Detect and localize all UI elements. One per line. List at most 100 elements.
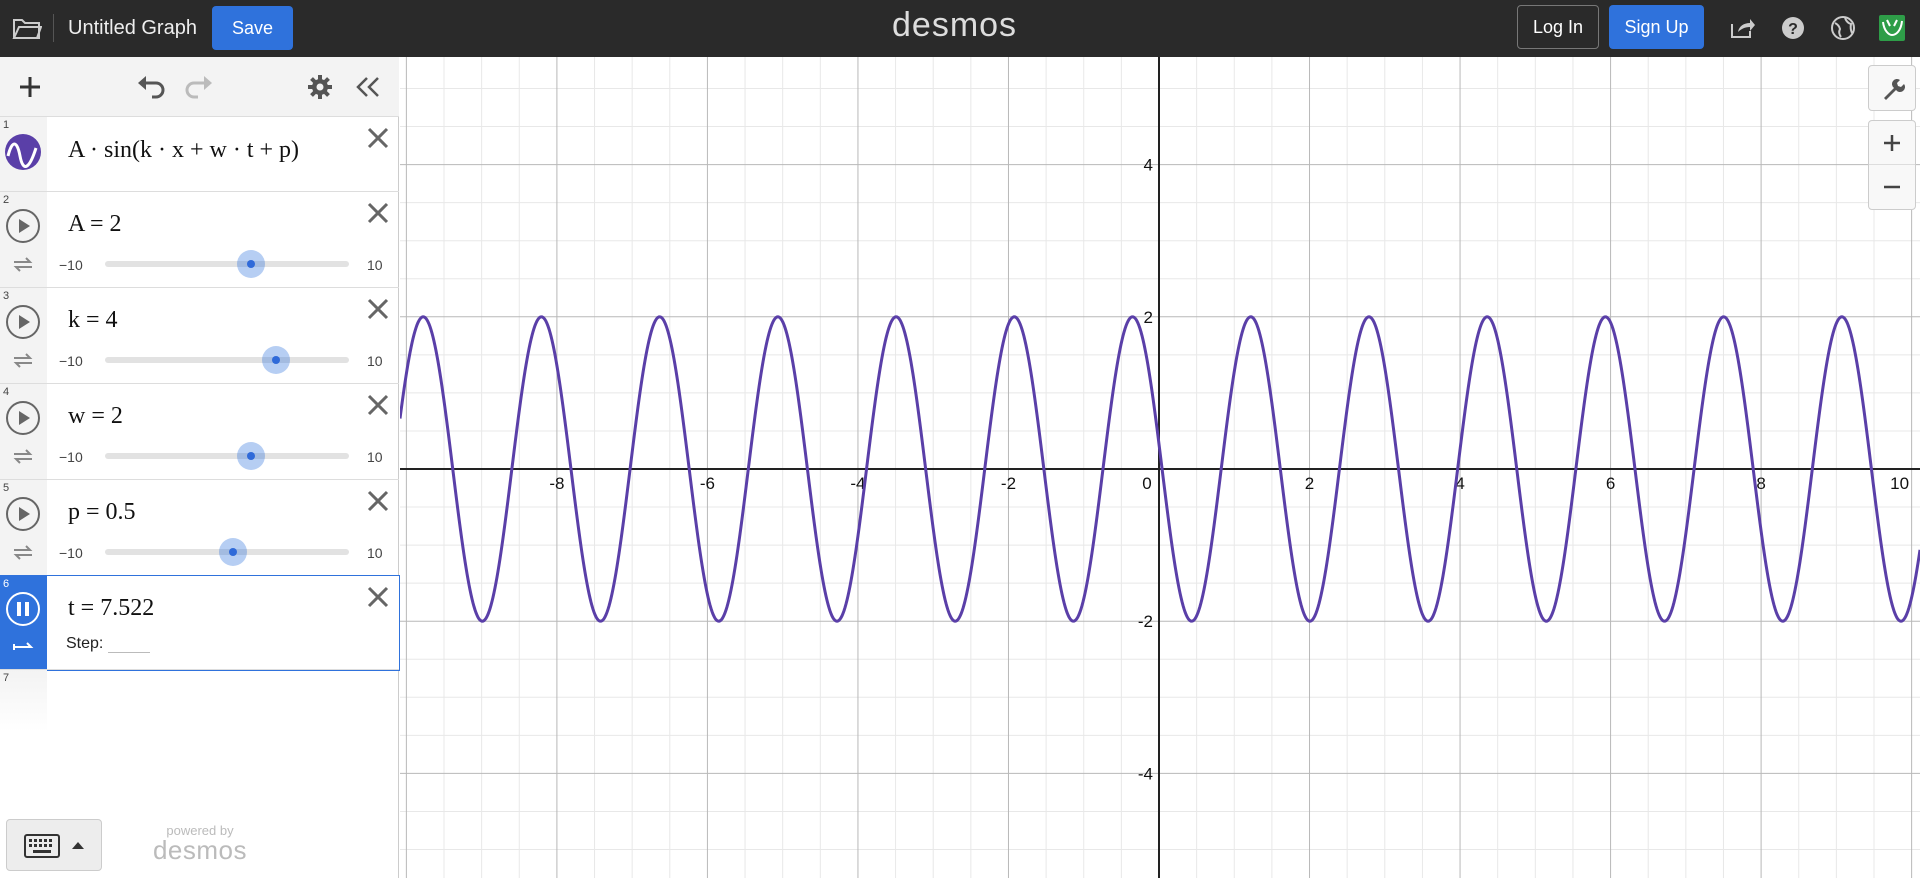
help-icon[interactable]: ? — [1779, 14, 1807, 42]
globe-icon[interactable] — [1829, 14, 1857, 42]
expression-row-slider-p[interactable]: 5 p = 0.5 −10 10 — [0, 480, 399, 576]
expression-panel: 1 A · sin(k · x + w · t + p) 2 A = 2 −10… — [0, 57, 400, 878]
play-icon[interactable] — [5, 304, 41, 340]
undo-icon[interactable] — [136, 72, 166, 102]
axis-tick-label: -4 — [1138, 764, 1153, 783]
delete-expression-icon[interactable] — [365, 296, 391, 322]
folder-icon[interactable] — [12, 16, 42, 40]
axis-tick-label: -2 — [1001, 474, 1016, 493]
graph-settings-button[interactable] — [1868, 65, 1916, 111]
zoom-controls — [1868, 120, 1916, 210]
slider-max[interactable]: 10 — [367, 449, 383, 465]
share-icon[interactable] — [1728, 14, 1756, 42]
expression-toolbar — [0, 57, 399, 117]
add-item-icon[interactable] — [15, 72, 45, 102]
delete-expression-icon[interactable] — [365, 392, 391, 418]
loop-mode-icon[interactable] — [11, 254, 35, 274]
graph-canvas[interactable]: -8 -6 -4 -2 0 2 4 6 8 1042-2-4 — [398, 57, 1920, 878]
slider-handle[interactable] — [219, 538, 248, 566]
zoom-in-button[interactable] — [1869, 121, 1915, 165]
slider-handle[interactable] — [237, 442, 266, 470]
expression-math[interactable]: w = 2 — [68, 403, 123, 430]
graph-title[interactable]: Untitled Graph — [68, 17, 197, 40]
graph-paper[interactable]: -8 -6 -4 -2 0 2 4 6 8 10 4 2 -2 -4 — [398, 57, 1920, 878]
axis-tick-label: 2 — [1305, 474, 1314, 493]
step-input[interactable] — [108, 651, 150, 653]
slider-min[interactable]: −10 — [59, 353, 83, 369]
expression-gutter: 6 — [0, 576, 47, 669]
powered-by-desmos[interactable]: powered by desmos — [145, 823, 255, 866]
delete-expression-icon[interactable] — [365, 125, 391, 151]
expression-index: 5 — [3, 482, 10, 494]
play-icon[interactable] — [5, 208, 41, 244]
header-divider — [53, 14, 54, 42]
expression-gutter: 1 — [0, 117, 47, 191]
loop-mode-icon[interactable] — [11, 350, 35, 370]
settings-gear-icon[interactable] — [305, 72, 335, 102]
expression-index: 1 — [3, 119, 10, 131]
expression-row-slider-k[interactable]: 3 k = 4 −10 10 — [0, 288, 399, 384]
axis-tick-label: -8 — [549, 474, 564, 493]
axis-tick-label: 10 — [1890, 474, 1909, 493]
top-bar: Untitled Graph Save desmos Log In Sign U… — [0, 0, 1920, 57]
redo-icon[interactable] — [184, 72, 214, 102]
expression-index: 4 — [3, 386, 10, 398]
expression-math[interactable]: k = 4 — [68, 307, 118, 334]
expression-math[interactable]: A = 2 — [68, 211, 122, 238]
slider-min[interactable]: −10 — [59, 449, 83, 465]
minus-icon — [1884, 185, 1900, 189]
slider-max[interactable]: 10 — [367, 545, 383, 561]
expression-gutter: 7 — [0, 670, 47, 732]
axis-tick-label: -2 — [1138, 612, 1153, 631]
expression-index: 2 — [3, 194, 10, 206]
slider-min[interactable]: −10 — [59, 257, 83, 273]
axis-tick-label: 2 — [1144, 308, 1153, 327]
delete-expression-icon[interactable] — [365, 200, 391, 226]
play-once-icon[interactable] — [11, 638, 35, 656]
axis-tick-label: 0 — [1142, 474, 1151, 493]
expression-index: 3 — [3, 290, 10, 302]
slider-track[interactable] — [105, 357, 349, 363]
axis-tick-label: 6 — [1606, 474, 1615, 493]
expression-list: 1 A · sin(k · x + w · t + p) 2 A = 2 −10… — [0, 117, 400, 732]
expression-math[interactable]: A · sin(k · x + w · t + p) — [68, 137, 299, 164]
svg-text:?: ? — [1788, 21, 1798, 38]
expression-row-slider-t[interactable]: 6 t = 7.522 Step: — [0, 575, 400, 671]
expression-row-empty[interactable]: 7 — [0, 670, 399, 732]
axis-tick-label: -6 — [700, 474, 715, 493]
save-button[interactable]: Save — [212, 6, 293, 50]
slider-max[interactable]: 10 — [367, 353, 383, 369]
loop-mode-icon[interactable] — [11, 542, 35, 562]
delete-expression-icon[interactable] — [365, 584, 391, 610]
slider-min[interactable]: −10 — [59, 545, 83, 561]
expression-row-slider-a[interactable]: 2 A = 2 −10 10 — [0, 192, 399, 288]
login-button[interactable]: Log In — [1517, 5, 1599, 49]
collapse-panel-icon[interactable] — [353, 72, 383, 102]
expression-row-function[interactable]: 1 A · sin(k · x + w · t + p) — [0, 117, 399, 192]
zoom-out-button[interactable] — [1869, 165, 1915, 209]
slider-handle[interactable] — [237, 250, 266, 278]
slider-track[interactable] — [105, 453, 349, 459]
expression-index: 7 — [3, 672, 10, 684]
expression-gutter: 5 — [0, 480, 47, 575]
loop-mode-icon[interactable] — [11, 446, 35, 466]
delete-expression-icon[interactable] — [365, 488, 391, 514]
keyboard-icon — [24, 834, 60, 858]
slider-handle[interactable] — [261, 346, 290, 374]
keyboard-toggle-button[interactable] — [6, 819, 102, 871]
pause-icon[interactable] — [5, 591, 41, 627]
expression-row-slider-w[interactable]: 4 w = 2 −10 10 — [0, 384, 399, 480]
user-avatar-icon[interactable] — [1878, 14, 1906, 42]
step-label: Step: — [66, 635, 104, 652]
desmos-logo: desmos — [892, 6, 1018, 44]
expression-index: 6 — [3, 578, 10, 590]
curve-color-icon[interactable] — [4, 133, 42, 171]
expression-math[interactable]: p = 0.5 — [68, 499, 136, 526]
play-icon[interactable] — [5, 400, 41, 436]
slider-track[interactable] — [105, 261, 349, 267]
axis-tick-label: 8 — [1756, 474, 1765, 493]
expression-math[interactable]: t = 7.522 — [68, 595, 154, 622]
slider-max[interactable]: 10 — [367, 257, 383, 273]
signup-button[interactable]: Sign Up — [1609, 5, 1704, 49]
play-icon[interactable] — [5, 496, 41, 532]
